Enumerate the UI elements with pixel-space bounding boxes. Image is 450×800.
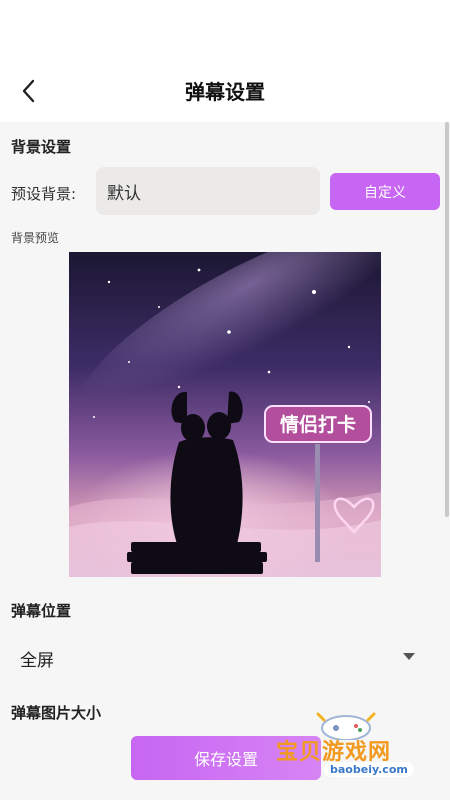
page-title: 弹幕设置 bbox=[185, 80, 265, 104]
background-section-title: 背景设置 bbox=[11, 138, 72, 156]
preset-background-field[interactable]: 默认 bbox=[96, 167, 320, 215]
custom-background-button[interactable]: 自定义 bbox=[330, 173, 440, 210]
watermark-url: baobeiy.com bbox=[324, 762, 414, 777]
settings-content[interactable]: 背景设置 预设背景: 默认 自定义 背景预览 情侣打卡 弹幕位置 全屏 弹幕图片… bbox=[0, 122, 450, 800]
danmaku-position-title: 弹幕位置 bbox=[11, 602, 72, 620]
couple-night-sky-illustration: 情侣打卡 bbox=[69, 252, 381, 577]
caret-down-icon bbox=[403, 653, 415, 660]
background-preview-label: 背景预览 bbox=[11, 231, 60, 245]
preset-background-label: 预设背景: bbox=[11, 185, 77, 203]
app-header: 弹幕设置 bbox=[0, 62, 450, 120]
image-size-title: 弹幕图片大小 bbox=[11, 704, 102, 722]
preview-sign-text: 情侣打卡 bbox=[280, 413, 356, 436]
danmaku-position-select[interactable]: 全屏 bbox=[0, 634, 450, 680]
site-watermark: 宝贝游戏网 baobeiy.com bbox=[268, 700, 428, 790]
danmaku-position-value: 全屏 bbox=[20, 651, 54, 671]
scrollbar-thumb[interactable] bbox=[445, 122, 449, 517]
preset-background-value: 默认 bbox=[107, 183, 141, 204]
background-preview-image: 情侣打卡 bbox=[69, 252, 381, 577]
